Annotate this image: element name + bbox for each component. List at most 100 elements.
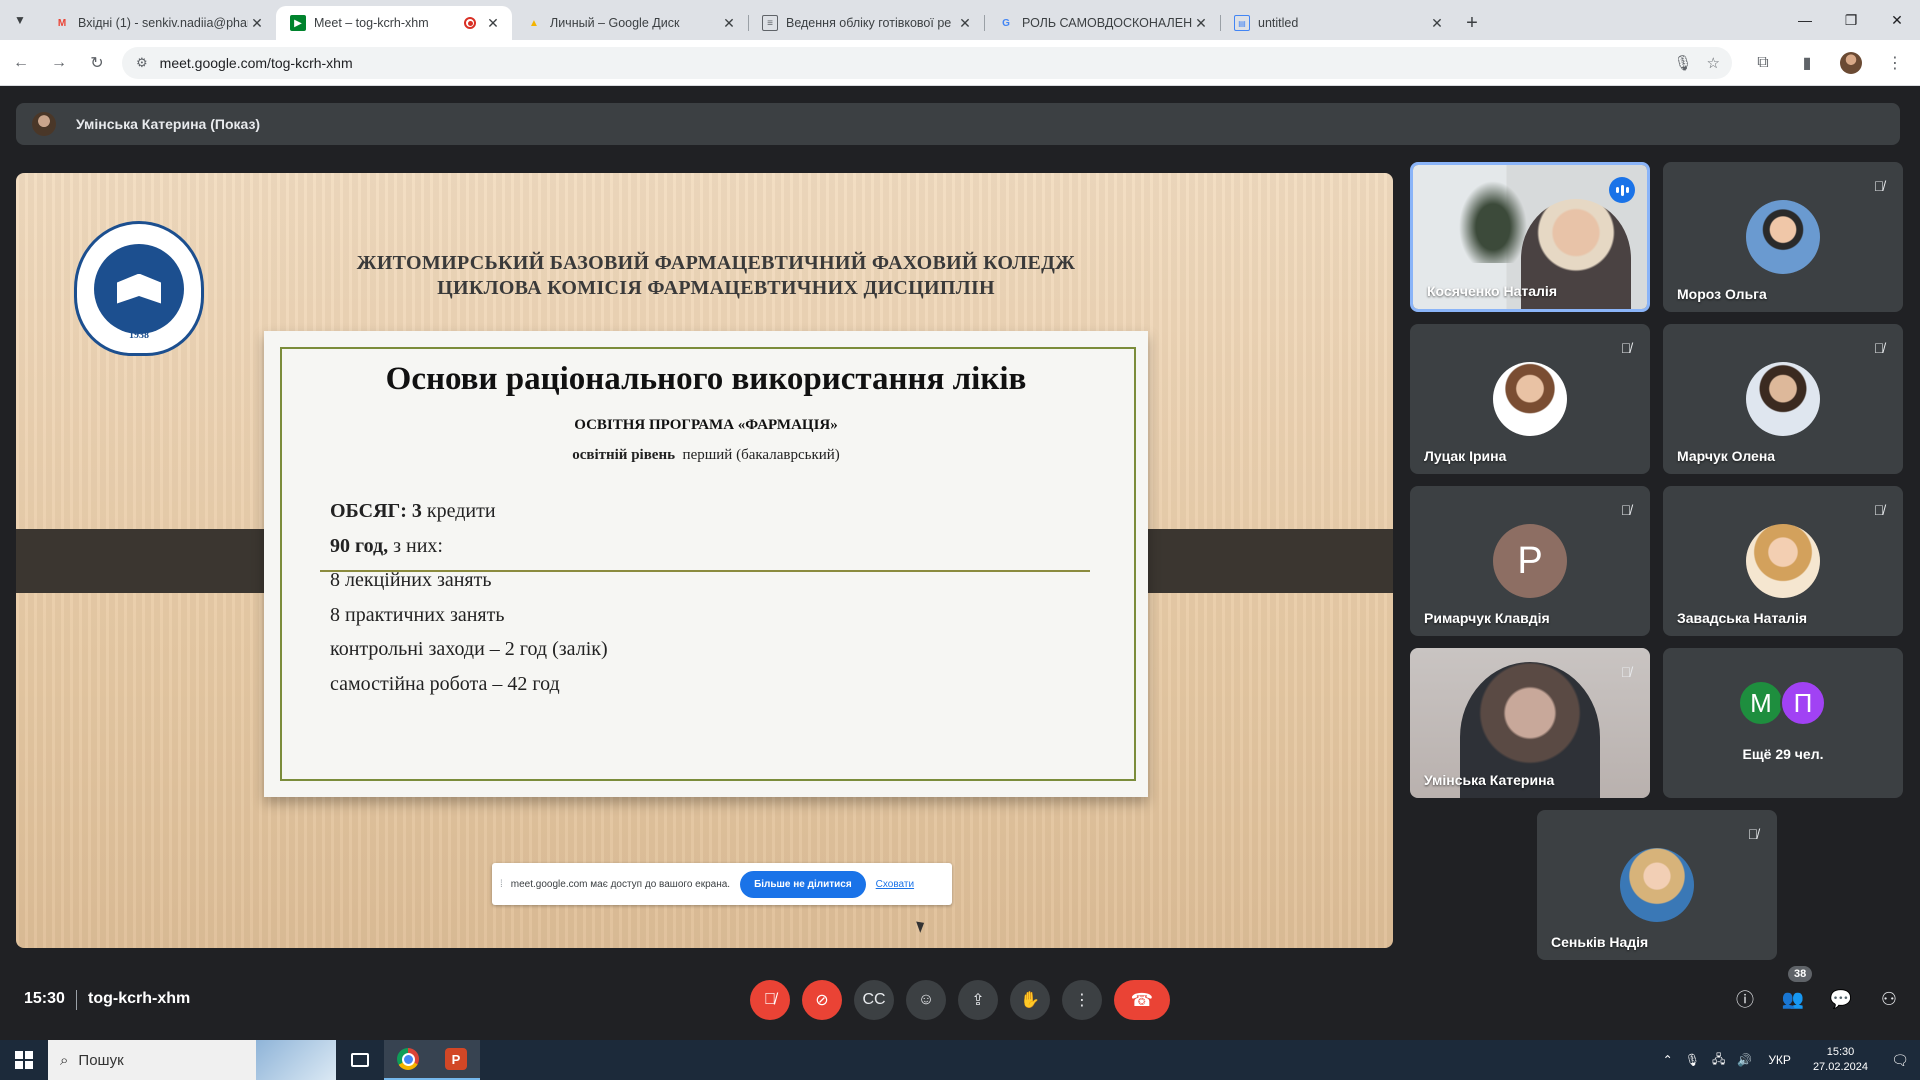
book-icon	[117, 273, 161, 304]
level-value: перший (бакалаврський)	[682, 447, 840, 463]
microphone-icon[interactable]: 🎙	[1685, 1053, 1700, 1067]
browser-tab-gmail[interactable]: M Вхідні (1) - senkiv.nadiia@phar ✕	[40, 6, 276, 40]
emoji-icon[interactable]: ☺	[906, 980, 946, 1020]
call-controls: 🎙̸ ⊘ CC ☺ ⇪ ✋ ⋮ ☎	[750, 980, 1170, 1020]
meeting-info-icon[interactable]: ⓘ	[1732, 986, 1758, 1012]
shared-screen: 1938 ЖИТОМИРСЬКИЙ БАЗОВИЙ ФАРМАЦЕВТИЧНИЙ…	[16, 173, 1393, 948]
browser-tab-untitled[interactable]: ▤ untitled ✕	[1220, 6, 1456, 40]
leave-call-icon[interactable]: ☎	[1114, 980, 1170, 1020]
participant-tile-uminska[interactable]: 🎙̸ Умінська Катерина	[1410, 648, 1650, 798]
hours-suffix: з них:	[393, 534, 443, 557]
browser-menu-dots-icon[interactable]: ⋮	[1878, 46, 1912, 80]
captions-icon[interactable]: CC	[854, 980, 894, 1020]
participant-name: Римарчук Клавдія	[1424, 610, 1550, 626]
list-item: 8 лекційних занять	[330, 569, 492, 591]
bookmark-star-icon[interactable]: ☆	[1707, 54, 1720, 72]
speaking-indicator-icon	[1609, 177, 1635, 203]
close-icon[interactable]: ✕	[720, 14, 738, 32]
tab-title: Ведення обліку готівкової ре	[786, 16, 952, 30]
meeting-time: 15:30	[24, 990, 65, 1007]
camera-off-icon[interactable]: ⊘	[802, 980, 842, 1020]
system-tray: ⌃ 🎙 🖧 🔊 УКР 15:30 27.02.2024 🗨	[1657, 1040, 1920, 1080]
participant-tile-rymarchuk[interactable]: P 🎙̸ Римарчук Клавдія	[1410, 486, 1650, 636]
mic-off-icon: 🎙̸	[1747, 826, 1759, 842]
side-panel-icon[interactable]: ▮	[1790, 46, 1824, 80]
screen-share-notice: ⁞ meet.google.com має доступ до вашого е…	[492, 863, 952, 905]
more-participants-tile[interactable]: M П Ещё 29 чел.	[1663, 648, 1903, 798]
raise-hand-icon[interactable]: ✋	[1010, 980, 1050, 1020]
extensions-puzzle-icon[interactable]: ⧉	[1746, 46, 1780, 80]
activities-icon[interactable]: ⚇	[1876, 986, 1902, 1012]
stop-sharing-button[interactable]: Більше не ділитися	[740, 870, 866, 898]
taskbar-clock[interactable]: 15:30 27.02.2024	[1813, 1045, 1868, 1075]
input-language[interactable]: УКР	[1768, 1053, 1791, 1067]
browser-tab-google[interactable]: G РОЛЬ САМОВДОСКОНАЛЕННЯ ✕	[984, 6, 1220, 40]
decor-band-left	[16, 525, 296, 597]
participant-name: Марчук Олена	[1677, 448, 1776, 464]
volume-icon[interactable]: 🔊	[1737, 1053, 1752, 1067]
more-options-icon[interactable]: ⋮	[1062, 980, 1102, 1020]
list-item: контрольні заходи – 2 год (залік)	[330, 638, 608, 660]
close-icon[interactable]: ✕	[1192, 14, 1210, 32]
minimize-icon[interactable]: —	[1782, 0, 1828, 40]
reload-icon[interactable]: ↻	[80, 46, 114, 80]
tab-title: Личный – Google Диск	[550, 16, 680, 30]
search-icon: ⌕	[60, 1051, 69, 1069]
tab-search-chevron-down-icon[interactable]: ▼	[0, 0, 40, 40]
notifications-icon[interactable]: 🗨	[1880, 1040, 1920, 1080]
new-tab-plus-icon[interactable]: +	[1456, 6, 1488, 40]
windows-logo	[15, 1051, 33, 1069]
more-participants-label: Ещё 29 чел.	[1742, 746, 1824, 762]
clock-time: 15:30	[1826, 1046, 1855, 1058]
chat-icon[interactable]: 💬	[1828, 986, 1854, 1012]
browser-tab-meet[interactable]: ▶ Meet – tog-kcrh-xhm ✕	[276, 6, 512, 40]
taskbar-search[interactable]: ⌕ Пошук	[48, 1040, 336, 1080]
profile-avatar[interactable]	[1834, 46, 1868, 80]
participant-tile-zavadska[interactable]: 🎙̸ Завадська Наталія	[1663, 486, 1903, 636]
restore-icon[interactable]: ❐	[1828, 0, 1874, 40]
close-icon[interactable]: ✕	[1428, 14, 1446, 32]
task-view-icon[interactable]	[336, 1040, 384, 1080]
participant-name: Луцак Ірина	[1424, 448, 1507, 464]
avatar-initial: M	[1738, 680, 1784, 726]
url-text[interactable]: meet.google.com/tog-kcrh-xhm	[160, 55, 1674, 71]
people-icon[interactable]: 👥 38	[1780, 966, 1813, 1012]
mic-off-icon[interactable]: 🎙̸	[750, 980, 790, 1020]
clock-date: 27.02.2024	[1812, 1061, 1868, 1073]
powerpoint-taskbar-icon[interactable]: P	[432, 1040, 480, 1080]
participant-tile-moroz[interactable]: 🎙̸ Мороз Ольга	[1663, 162, 1903, 312]
chevron-up-icon[interactable]: ⌃	[1663, 1053, 1673, 1067]
present-screen-icon[interactable]: ⇪	[958, 980, 998, 1020]
close-icon[interactable]: ✕	[956, 14, 974, 32]
gmail-icon: M	[57, 17, 67, 29]
sheets-icon: ≡	[762, 15, 778, 31]
microphone-icon[interactable]: 🎙	[1674, 54, 1693, 72]
chrome-taskbar-icon[interactable]	[384, 1040, 432, 1080]
participant-name: Мороз Ольга	[1677, 286, 1767, 302]
close-icon[interactable]: ✕	[248, 14, 266, 32]
browser-tab-drive[interactable]: ▲ Личный – Google Диск ✕	[512, 6, 748, 40]
window-close-icon[interactable]: ✕	[1874, 0, 1920, 40]
logo-emblem	[94, 243, 184, 334]
participant-tile-marchuk[interactable]: 🎙̸ Марчук Олена	[1663, 324, 1903, 474]
hide-link[interactable]: Сховати	[876, 879, 914, 890]
address-bar[interactable]: ⚙ meet.google.com/tog-kcrh-xhm 🎙 ☆	[122, 47, 1732, 79]
participant-name: Завадська Наталія	[1677, 610, 1808, 626]
presenter-name: Умінська Катерина (Показ)	[76, 116, 261, 132]
browser-tab-sheets[interactable]: ≡ Ведення обліку готівкової ре ✕	[748, 6, 984, 40]
participant-tile-kosyachenko[interactable]: Косяченко Наталія	[1410, 162, 1650, 312]
close-icon[interactable]: ✕	[484, 14, 502, 32]
powerpoint-icon: P	[445, 1048, 467, 1070]
more-avatars: M П	[1738, 680, 1828, 726]
participant-tile-lutsak[interactable]: 🎙̸ Луцак Ірина	[1410, 324, 1650, 474]
network-icon[interactable]: 🖧	[1712, 1050, 1725, 1071]
self-tile-senkiv[interactable]: 🎙̸ Сеньків Надія	[1537, 810, 1777, 960]
window-controls: — ❐ ✕	[1782, 0, 1920, 40]
drag-handle-icon[interactable]: ⁞	[500, 879, 503, 890]
course-volume: ОБСЯГ: 3 кредити 90 год, з них: 8 лекцій…	[330, 494, 608, 701]
forward-arrow-icon[interactable]: →	[42, 46, 76, 80]
course-card: Основи раціонального використання ліків …	[264, 331, 1148, 797]
back-arrow-icon[interactable]: ←	[4, 46, 38, 80]
site-settings-icon[interactable]: ⚙	[136, 55, 148, 71]
windows-start-icon[interactable]	[0, 1040, 48, 1080]
